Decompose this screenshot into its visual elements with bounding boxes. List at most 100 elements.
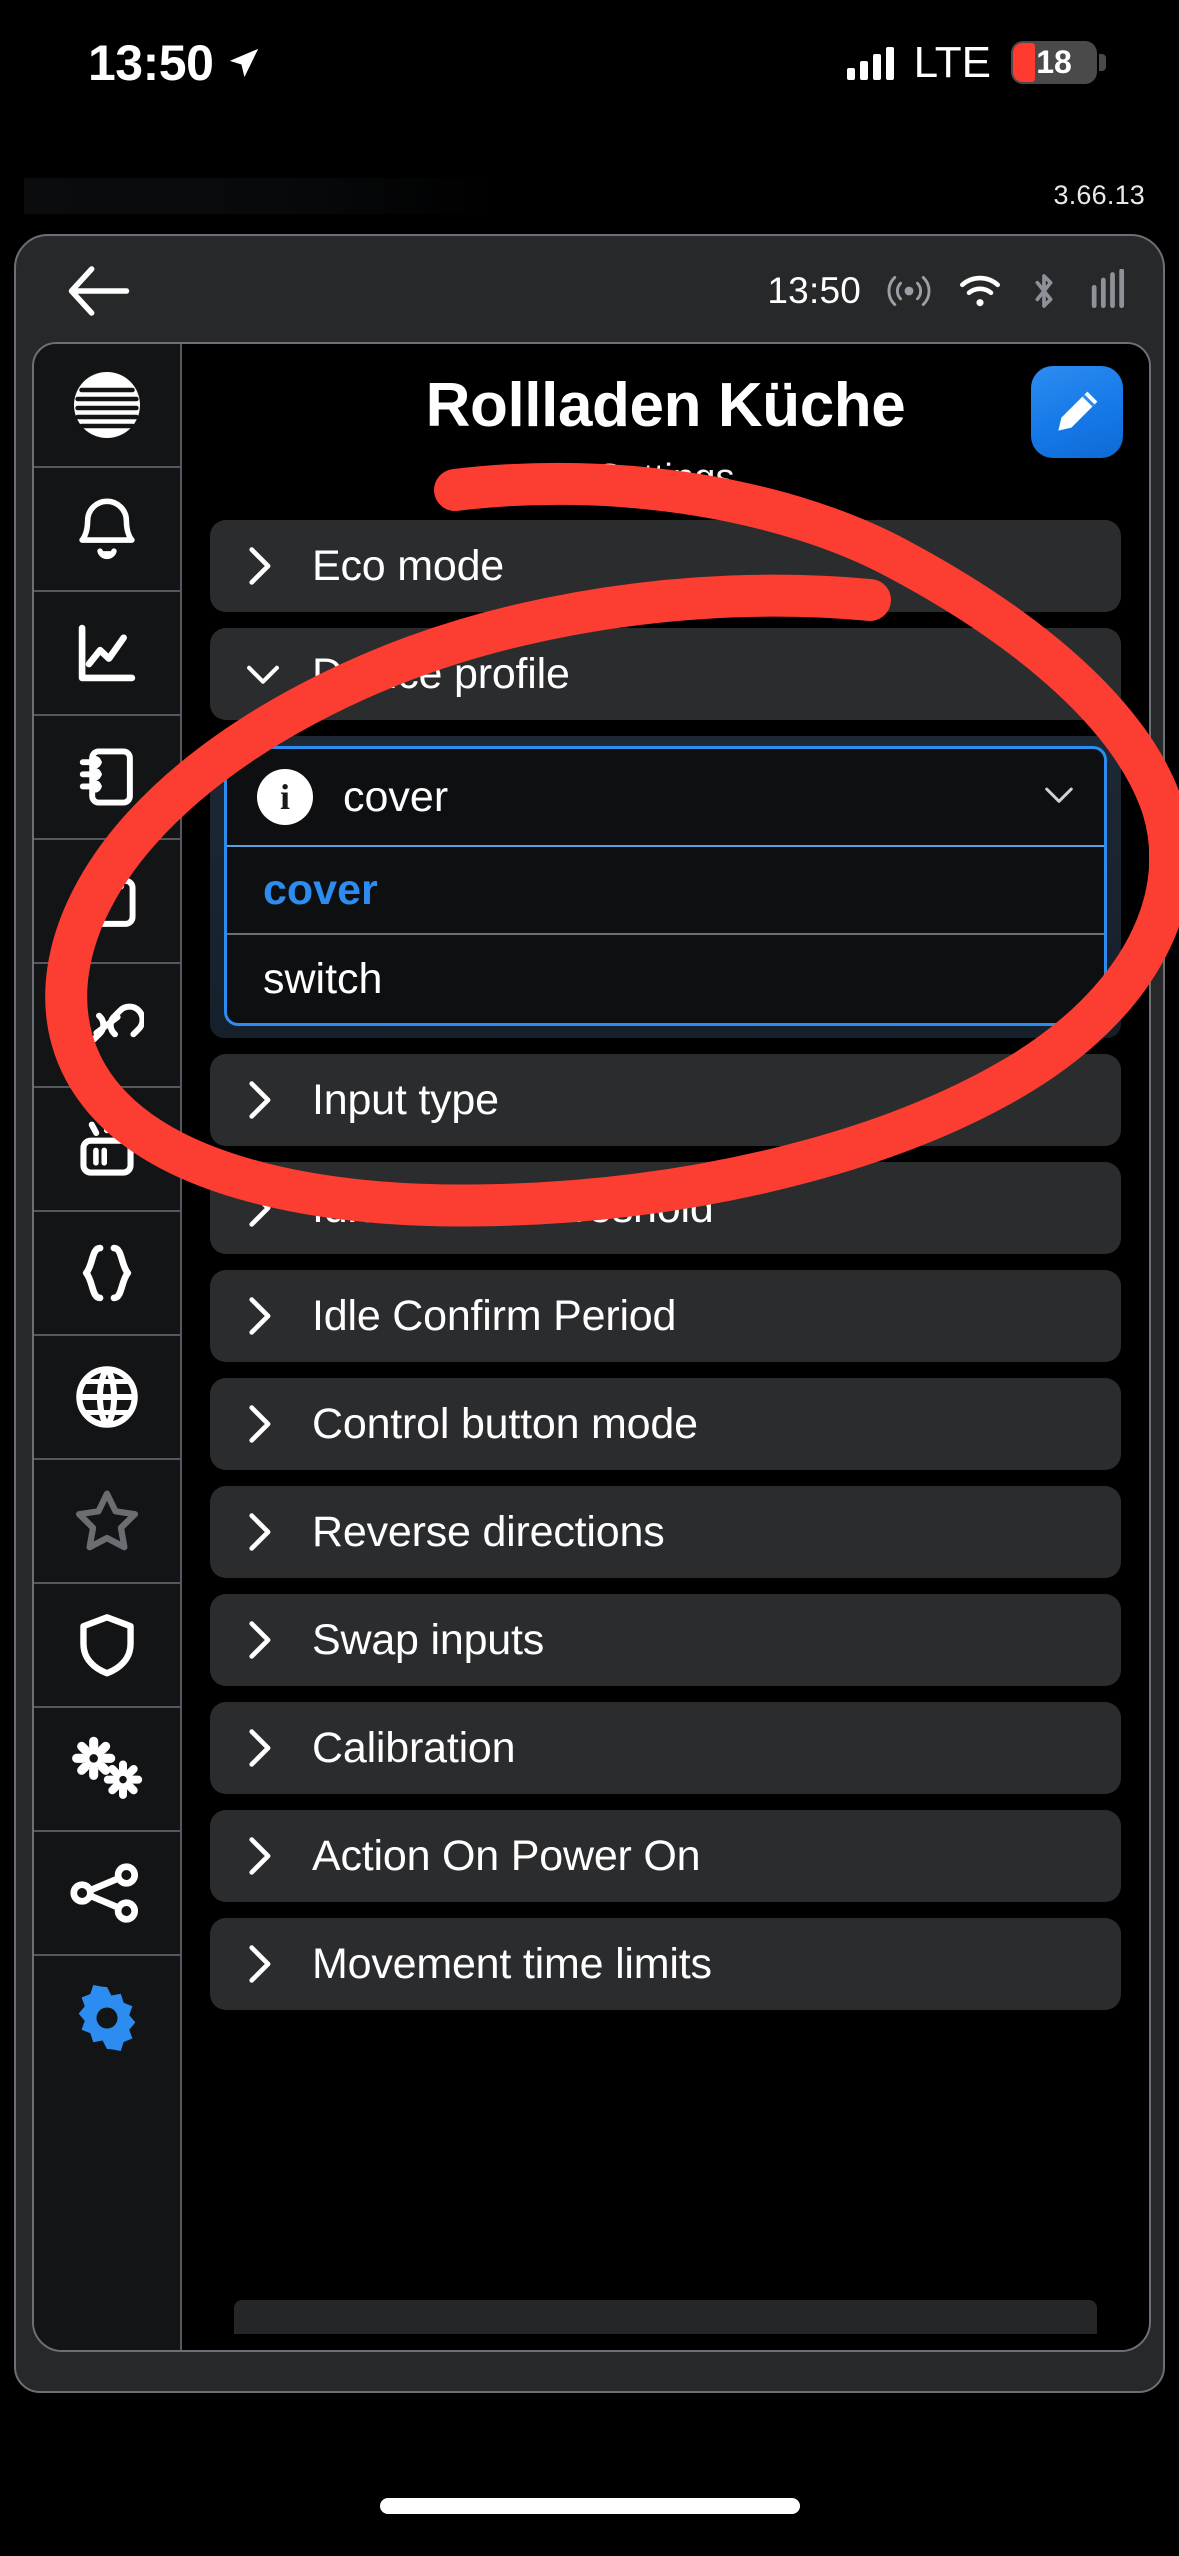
calendar-icon (78, 869, 136, 927)
page-header: Rollladen Küche (182, 366, 1149, 458)
dropdown-option-cover[interactable]: cover (227, 847, 1104, 935)
sidebar-item-share[interactable] (34, 1832, 180, 1956)
sidebar-item-favorites[interactable] (34, 1460, 180, 1584)
app-nav-bar: 13:50 (16, 236, 1163, 346)
notebook-icon (79, 748, 133, 806)
bluetooth-icon (1035, 274, 1053, 308)
settings-row-label: Action On Power On (312, 1831, 701, 1880)
settings-row-idle-confirm-period[interactable]: Idle Confirm Period (210, 1270, 1121, 1362)
cellular-icon (1091, 269, 1125, 309)
braces-icon (82, 1244, 132, 1302)
chevron-down-icon (246, 661, 282, 687)
shield-icon (80, 1614, 134, 1677)
status-bar-left: 13:50 (88, 34, 261, 92)
select-control[interactable]: i cover cover switch (224, 746, 1107, 1026)
settings-row-action-on-power-on[interactable]: Action On Power On (210, 1810, 1121, 1902)
dropdown-option-switch[interactable]: switch (227, 935, 1104, 1023)
dropdown-option-label: switch (263, 954, 383, 1003)
sidebar-item-settings[interactable] (34, 1956, 180, 2080)
info-icon: i (257, 769, 313, 825)
settings-row-reverse-directions[interactable]: Reverse directions (210, 1486, 1121, 1578)
device-icon (80, 1117, 134, 1176)
star-icon (75, 1490, 139, 1551)
settings-row-movement-time-limits[interactable]: Movement time limits (210, 1918, 1121, 2010)
sidebar-nav (34, 344, 182, 2350)
settings-row-label: Control button mode (312, 1399, 698, 1448)
pencil-icon (1058, 391, 1098, 431)
settings-row-eco-mode[interactable]: Eco mode (210, 520, 1121, 612)
chevron-right-icon (246, 1188, 282, 1228)
settings-row-label: Reverse directions (312, 1507, 665, 1556)
app-nav-clock: 13:50 (767, 270, 861, 311)
status-bar-clock: 13:50 (88, 34, 214, 91)
chevron-right-icon (246, 1836, 282, 1876)
settings-row-label: Eco mode (312, 541, 505, 590)
wifi-icon (960, 275, 1000, 307)
dropdown-option-label: cover (263, 865, 378, 914)
page-subtitle: Settings (596, 457, 735, 499)
battery-percent: 18 (1036, 44, 1072, 80)
device-profile-dropdown: i cover cover switch (210, 736, 1121, 1038)
gears-icon (72, 1736, 143, 1799)
settings-row-swap-inputs[interactable]: Swap inputs (210, 1594, 1121, 1686)
log-icon (74, 372, 140, 438)
app-window: 13:50 Rollladen Küche Settings Eco mode … (14, 234, 1165, 2393)
edit-button[interactable] (1031, 366, 1123, 458)
sidebar-item-log[interactable] (34, 344, 180, 468)
settings-row-label: Movement time limits (312, 1939, 712, 1988)
select-value-label: cover (343, 772, 449, 821)
settings-page: Rollladen Küche Settings Eco mode Device… (182, 344, 1149, 2350)
cellular-signal-icon (846, 46, 894, 80)
bell-icon (79, 498, 135, 560)
device-screen: Rollladen Küche Settings Eco mode Device… (32, 342, 1151, 2352)
settings-row-calibration[interactable]: Calibration (210, 1702, 1121, 1794)
chevron-right-icon (246, 1404, 282, 1444)
settings-row-label: Idle Power Threshold (312, 1183, 714, 1232)
background-artifact (24, 178, 494, 214)
sidebar-item-security[interactable] (34, 1584, 180, 1708)
app-nav-status: 13:50 (767, 269, 1129, 313)
settings-row-label: Calibration (312, 1723, 516, 1772)
settings-list: Eco mode Device profile i cover cover sw… (182, 520, 1149, 2010)
sidebar-item-advanced[interactable] (34, 1708, 180, 1832)
list-scroll-edge[interactable] (234, 2300, 1097, 2334)
gear-icon (78, 1984, 136, 2052)
share-nodes-icon (70, 1863, 139, 1923)
chevron-right-icon (246, 1296, 282, 1336)
chevron-right-icon (246, 1944, 282, 1984)
chevron-right-icon (246, 1728, 282, 1768)
globe-icon (76, 1366, 138, 1428)
home-indicator (379, 2498, 800, 2514)
chevron-right-icon (246, 1512, 282, 1552)
chevron-right-icon (246, 1620, 282, 1660)
link-icon (70, 1003, 144, 1047)
select-current-value[interactable]: i cover (227, 749, 1104, 847)
sidebar-item-notifications[interactable] (34, 468, 180, 592)
sidebar-item-script[interactable] (34, 1212, 180, 1336)
settings-row-device-profile[interactable]: Device profile (210, 628, 1121, 720)
settings-row-label: Idle Confirm Period (312, 1291, 677, 1340)
settings-row-label: Swap inputs (312, 1615, 545, 1664)
settings-row-input-type[interactable]: Input type (210, 1054, 1121, 1146)
battery-indicator: 18 (1011, 41, 1106, 84)
status-bar-right: LTE 18 (846, 38, 1106, 88)
settings-row-control-button-mode[interactable]: Control button mode (210, 1378, 1121, 1470)
page-title: Rollladen Küche (425, 371, 906, 440)
sidebar-item-links[interactable] (34, 964, 180, 1088)
sidebar-item-notebook[interactable] (34, 716, 180, 840)
sidebar-item-network[interactable] (34, 1336, 180, 1460)
chevron-down-icon (1044, 784, 1074, 811)
ios-status-bar: 13:50 LTE 18 (0, 0, 1179, 125)
settings-row-label: Input type (312, 1075, 499, 1124)
sidebar-item-schedule[interactable] (34, 840, 180, 964)
sidebar-item-device[interactable] (34, 1088, 180, 1212)
settings-row-idle-power-threshold[interactable]: Idle Power Threshold (210, 1162, 1121, 1254)
broadcast-icon (887, 276, 931, 306)
location-arrow-icon (227, 46, 261, 80)
settings-row-label: Device profile (312, 649, 570, 698)
app-version-label: 3.66.13 (1053, 180, 1145, 210)
back-arrow-icon[interactable] (66, 262, 132, 320)
sidebar-item-statistics[interactable] (34, 592, 180, 716)
chart-icon (78, 624, 136, 682)
chevron-right-icon (246, 1080, 282, 1120)
